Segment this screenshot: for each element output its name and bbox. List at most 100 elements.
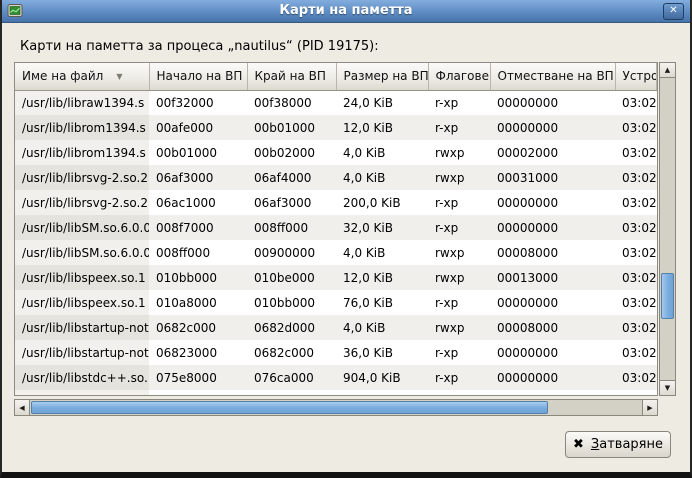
cell-vm_offset: 00013000: [490, 265, 615, 290]
table-row[interactable]: /usr/lib/libspeex.so.1010a8000010bb00076…: [15, 290, 657, 315]
cell-vm_offset: 00000000: [490, 115, 615, 140]
horizontal-scrollbar-thumb[interactable]: [31, 401, 548, 414]
cell-vm_size: 200,0 KiB: [336, 190, 428, 215]
cell-filename: /usr/lib/librsvg-2.so.2: [15, 165, 149, 190]
cell-filename: /usr/lib/libstdc++.so.: [15, 365, 149, 390]
cell-filename: /usr/lib/libraw1394.s: [15, 90, 149, 115]
cell-filename: /usr/lib/libspeex.so.1: [15, 265, 149, 290]
table-row[interactable]: /usr/lib/libstartup-not0682c0000682d0004…: [15, 315, 657, 340]
close-window-icon[interactable]: ✕: [663, 3, 684, 20]
column-header-label: Отместване на ВП: [498, 69, 614, 83]
vertical-scrollbar-thumb[interactable]: [661, 273, 674, 319]
table-row[interactable]: /usr/lib/libSM.so.6.0.0008ff000009000004…: [15, 240, 657, 265]
table-row[interactable]: /usr/lib/libstartup-not068230000682c0003…: [15, 340, 657, 365]
cell-device: 03:02: [615, 90, 657, 115]
cell-vm_size: 36,0 KiB: [336, 340, 428, 365]
cell-vm_start: 008ff000: [149, 240, 247, 265]
cell-device: 03:02: [615, 315, 657, 340]
table-row[interactable]: /usr/lib/libraw1394.s00f3200000f3800024,…: [15, 90, 657, 115]
cell-vm_end: 0682d000: [247, 315, 336, 340]
table-row[interactable]: /usr/lib/librom1394.s00b0100000b020004,0…: [15, 140, 657, 165]
cell-vm_end: 00b02000: [247, 140, 336, 165]
cell-vm_start: 06ac1000: [149, 190, 247, 215]
cell-filename: /usr/lib/libSM.so.6.0.0: [15, 240, 149, 265]
cell-device: 03:02: [615, 240, 657, 265]
scroll-right-icon[interactable]: ▶: [642, 399, 658, 416]
scroll-left-icon[interactable]: ◀: [14, 399, 30, 416]
table-row[interactable]: /usr/lib/libstdc++.so.075e8000076ca00090…: [15, 365, 657, 390]
table-row[interactable]: /usr/lib/librom1394.s00afe00000b0100012,…: [15, 115, 657, 140]
cell-vm_start: 0682c000: [149, 315, 247, 340]
cell-vm_size: 4,0 KiB: [336, 315, 428, 340]
cell-vm_end: 00f38000: [247, 90, 336, 115]
cell-vm_start: 008f7000: [149, 215, 247, 240]
column-header-label: Флагове: [436, 69, 489, 83]
cell-filename: /usr/lib/librom1394.s: [15, 140, 149, 165]
cell-flags: r-xp: [428, 90, 490, 115]
cell-flags: r-xp: [428, 190, 490, 215]
table-row[interactable]: /usr/lib/librsvg-2.so.206ac100006af30002…: [15, 190, 657, 215]
cell-vm_end: 0682c000: [247, 340, 336, 365]
cell-vm_end: 008ff000: [247, 215, 336, 240]
cell-device: 03:02: [615, 290, 657, 315]
table-row[interactable]: /usr/lib/libspeex.so.1010bb000010be00012…: [15, 265, 657, 290]
horizontal-scrollbar[interactable]: ◀ ▶: [14, 399, 658, 416]
cell-vm_end: 076ca000: [247, 365, 336, 390]
cell-vm_offset: 00000000: [490, 190, 615, 215]
table-row[interactable]: /usr/lib/librsvg-2.so.206af300006af40004…: [15, 165, 657, 190]
cell-flags: r-xp: [428, 215, 490, 240]
cell-vm_end: 010be000: [247, 265, 336, 290]
column-header-vm_start[interactable]: Начало на ВП: [149, 63, 247, 90]
cell-flags: rwxp: [428, 165, 490, 190]
column-header-device[interactable]: Устро: [615, 63, 657, 90]
cell-vm_size: 4,0 KiB: [336, 240, 428, 265]
cell-flags: rwxp: [428, 265, 490, 290]
cell-vm_offset: 00000000: [490, 340, 615, 365]
cell-vm_offset: 00031000: [490, 165, 615, 190]
cell-vm_size: 12,0 KiB: [336, 265, 428, 290]
scroll-up-icon[interactable]: ▲: [659, 62, 676, 78]
cell-vm_size: 76,0 KiB: [336, 290, 428, 315]
titlebar[interactable]: Карти на паметта ✕: [2, 0, 690, 23]
scroll-down-icon[interactable]: ▼: [659, 380, 676, 396]
cell-flags: r-xp: [428, 290, 490, 315]
cell-vm_end: 06af4000: [247, 165, 336, 190]
vertical-scrollbar[interactable]: ▲ ▼: [659, 62, 676, 396]
column-header-label: Име на файл: [22, 69, 103, 83]
cell-vm_size: 904,0 KiB: [336, 365, 428, 390]
table-row[interactable]: /usr/lib/libSM.so.6.0.0008f7000008ff0003…: [15, 215, 657, 240]
cell-device: 03:02: [615, 215, 657, 240]
column-header-label: Размер на ВП: [344, 69, 429, 83]
memory-maps-dialog: Карти на паметта ✕ Карти на паметта за п…: [0, 0, 692, 478]
cell-device: 03:02: [615, 365, 657, 390]
cell-device: 03:02: [615, 140, 657, 165]
cell-vm_size: 32,0 KiB: [336, 215, 428, 240]
column-header-vm_size[interactable]: Размер на ВП: [336, 63, 428, 90]
column-header-filename[interactable]: Име на файл▼: [15, 63, 149, 90]
cell-filename: /usr/lib/librom1394.s: [15, 115, 149, 140]
cell-flags: rwxp: [428, 315, 490, 340]
column-header-vm_end[interactable]: Край на ВП: [247, 63, 336, 90]
cell-vm_start: 00afe000: [149, 115, 247, 140]
cell-vm_end: 06af3000: [247, 190, 336, 215]
cell-device: 03:02: [615, 115, 657, 140]
cell-vm_offset: 00000000: [490, 90, 615, 115]
cell-vm_size: 4,0 KiB: [336, 140, 428, 165]
cell-filename: /usr/lib/librsvg-2.so.2: [15, 190, 149, 215]
cell-flags: r-xp: [428, 340, 490, 365]
cell-vm_start: 010bb000: [149, 265, 247, 290]
cell-device: 03:02: [615, 265, 657, 290]
column-header-flags[interactable]: Флагове: [428, 63, 490, 90]
cell-vm_end: 010bb000: [247, 290, 336, 315]
cell-vm_offset: 00002000: [490, 140, 615, 165]
cell-flags: rwxp: [428, 240, 490, 265]
close-button[interactable]: ✖ Затваряне: [565, 431, 671, 458]
column-header-vm_offset[interactable]: Отместване на ВП: [490, 63, 615, 90]
close-x-icon: ✖: [573, 437, 584, 452]
cell-device: 03:02: [615, 190, 657, 215]
cell-vm_start: 010a8000: [149, 290, 247, 315]
cell-filename: /usr/lib/libstartup-not: [15, 340, 149, 365]
column-header-label: Начало на ВП: [157, 69, 243, 83]
cell-flags: rwxp: [428, 140, 490, 165]
cell-vm_size: 12,0 KiB: [336, 115, 428, 140]
